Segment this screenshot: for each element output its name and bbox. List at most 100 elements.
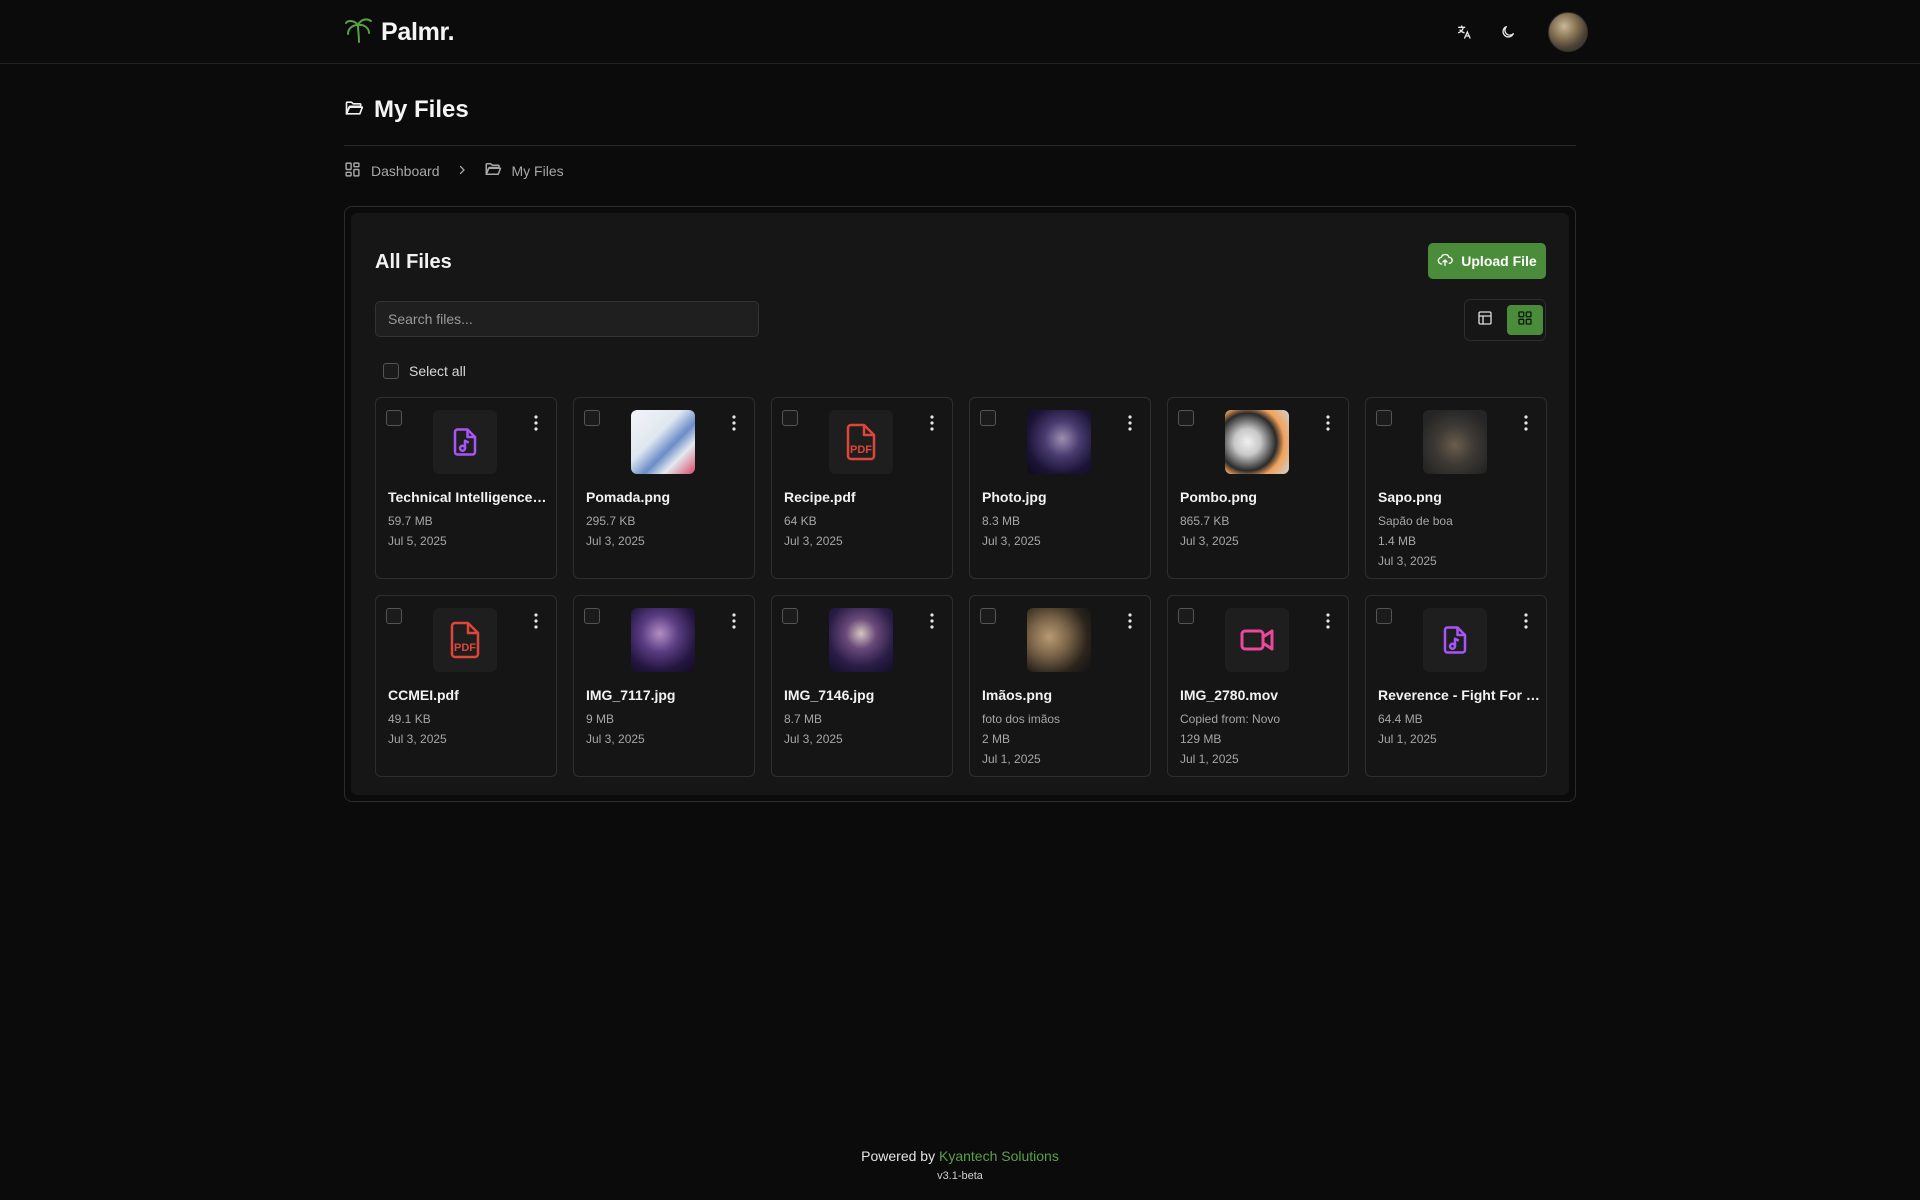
pdf-file-icon: PDF: [433, 608, 497, 672]
file-checkbox[interactable]: [386, 410, 402, 426]
file-checkbox[interactable]: [1376, 608, 1392, 624]
brand-logo[interactable]: Palmr.: [343, 14, 455, 51]
file-name: Technical Intelligence - ...: [388, 489, 550, 505]
file-size: 8.3 MB: [982, 514, 1021, 528]
file-card[interactable]: IMG_7117.jpg 9 MB Jul 3, 2025: [573, 595, 755, 777]
more-options-icon[interactable]: [1520, 414, 1532, 432]
files-card: All Files Upload File Search files... Se…: [344, 206, 1576, 802]
more-options-icon[interactable]: [926, 612, 938, 630]
file-meta: 64 KB Jul 3, 2025: [784, 511, 843, 551]
file-name: IMG_7146.jpg: [784, 687, 875, 703]
file-date: Jul 3, 2025: [586, 732, 645, 746]
more-options-icon[interactable]: [1520, 612, 1532, 630]
file-date: Jul 3, 2025: [586, 534, 645, 548]
file-checkbox[interactable]: [584, 410, 600, 426]
file-card[interactable]: Technical Intelligence - ... 59.7 MB Jul 5…: [375, 397, 557, 579]
more-options-icon[interactable]: [530, 612, 542, 630]
file-card[interactable]: Photo.jpg 8.3 MB Jul 3, 2025: [969, 397, 1151, 579]
file-meta: 865.7 KB Jul 3, 2025: [1180, 511, 1239, 551]
file-name: Imãos.png: [982, 687, 1053, 703]
more-options-icon[interactable]: [1124, 414, 1136, 432]
more-options-icon[interactable]: [926, 414, 938, 432]
brand-name: Palmr.: [381, 18, 455, 46]
file-size: 2 MB: [982, 732, 1011, 746]
more-options-icon[interactable]: [1322, 612, 1334, 630]
more-options-icon[interactable]: [1124, 612, 1136, 630]
file-checkbox[interactable]: [1376, 410, 1392, 426]
image-thumbnail: [1027, 410, 1091, 474]
file-checkbox[interactable]: [782, 410, 798, 426]
image-thumbnail: [631, 410, 695, 474]
file-date: Jul 1, 2025: [982, 752, 1041, 766]
footer: Powered by Kyantech Solutions v3.1-beta: [0, 1148, 1920, 1182]
page-title: My Files: [374, 96, 469, 123]
file-checkbox[interactable]: [386, 608, 402, 624]
breadcrumb: Dashboard My Files: [344, 160, 564, 181]
page-header: My Files: [344, 96, 1576, 146]
file-date: Jul 3, 2025: [784, 732, 843, 746]
file-size: 64.4 MB: [1378, 712, 1423, 726]
file-date: Jul 1, 2025: [1378, 732, 1437, 746]
powered-by: Powered by Kyantech Solutions: [0, 1148, 1920, 1164]
upload-file-button[interactable]: Upload File: [1428, 243, 1546, 279]
video-file-icon: [1225, 608, 1289, 672]
files-card-body: All Files Upload File Search files... Se…: [351, 213, 1569, 795]
image-thumbnail: [631, 608, 695, 672]
file-checkbox[interactable]: [980, 410, 996, 426]
file-date: Jul 3, 2025: [784, 534, 843, 548]
upload-label: Upload File: [1461, 253, 1537, 269]
audio-file-icon: [433, 410, 497, 474]
file-card[interactable]: Imãos.png foto dos imãos 2 MB Jul 1, 2025: [969, 595, 1151, 777]
breadcrumb-dashboard[interactable]: Dashboard: [344, 161, 440, 181]
more-options-icon[interactable]: [728, 414, 740, 432]
file-card[interactable]: Reverence - Fight For L... 64.4 MB Jul 1, …: [1365, 595, 1547, 777]
file-card[interactable]: IMG_2780.mov Copied from: Novo 129 MB Jul 1…: [1167, 595, 1349, 777]
file-meta: 64.4 MB Jul 1, 2025: [1378, 709, 1437, 749]
file-checkbox[interactable]: [980, 608, 996, 624]
file-grid: Technical Intelligence - ... 59.7 MB Jul 5…: [375, 397, 1547, 777]
grid-view-button[interactable]: [1507, 305, 1543, 335]
breadcrumb-label: My Files: [511, 162, 564, 179]
breadcrumb-label: Dashboard: [371, 162, 440, 179]
more-options-icon[interactable]: [728, 612, 740, 630]
file-meta: 295.7 KB Jul 3, 2025: [586, 511, 645, 551]
more-options-icon[interactable]: [530, 414, 542, 432]
search-input[interactable]: [375, 301, 759, 337]
file-checkbox[interactable]: [1178, 410, 1194, 426]
svg-text:PDF: PDF: [850, 444, 872, 456]
breadcrumb-my-files[interactable]: My Files: [484, 160, 564, 181]
file-name: Pombo.png: [1180, 489, 1257, 505]
select-all[interactable]: Select all: [383, 363, 466, 379]
more-options-icon[interactable]: [1322, 414, 1334, 432]
file-checkbox[interactable]: [782, 608, 798, 624]
file-meta: 8.7 MB Jul 3, 2025: [784, 709, 843, 749]
file-size: 49.1 KB: [388, 712, 431, 726]
avatar[interactable]: [1548, 12, 1588, 52]
moon-icon[interactable]: [1494, 18, 1522, 46]
file-size: 295.7 KB: [586, 514, 636, 528]
file-description: Sapão de boa: [1378, 514, 1453, 528]
file-card[interactable]: Sapo.png Sapão de boa 1.4 MB Jul 3, 2025: [1365, 397, 1547, 579]
translate-icon[interactable]: [1450, 18, 1478, 46]
image-thumbnail: [1225, 410, 1289, 474]
image-thumbnail: [1027, 608, 1091, 672]
chevron-right-icon: [456, 163, 468, 179]
file-card[interactable]: IMG_7146.jpg 8.7 MB Jul 3, 2025: [771, 595, 953, 777]
file-card[interactable]: PDF CCMEI.pdf 49.1 KB Jul 3, 2025: [375, 595, 557, 777]
file-card[interactable]: PDF Recipe.pdf 64 KB Jul 3, 2025: [771, 397, 953, 579]
file-name: Sapo.png: [1378, 489, 1442, 505]
file-card[interactable]: Pomada.png 295.7 KB Jul 3, 2025: [573, 397, 755, 579]
select-all-checkbox[interactable]: [383, 363, 399, 379]
file-name: IMG_2780.mov: [1180, 687, 1279, 703]
file-name: Reverence - Fight For L...: [1378, 687, 1540, 703]
file-meta: 59.7 MB Jul 5, 2025: [388, 511, 447, 551]
image-thumbnail: [829, 608, 893, 672]
file-card[interactable]: Pombo.png 865.7 KB Jul 3, 2025: [1167, 397, 1349, 579]
file-checkbox[interactable]: [1178, 608, 1194, 624]
file-size: 1.4 MB: [1378, 534, 1417, 548]
file-checkbox[interactable]: [584, 608, 600, 624]
table-view-button[interactable]: [1467, 305, 1503, 335]
company-link[interactable]: Kyantech Solutions: [939, 1148, 1059, 1164]
file-size: 129 MB: [1180, 732, 1222, 746]
file-size: 8.7 MB: [784, 712, 823, 726]
